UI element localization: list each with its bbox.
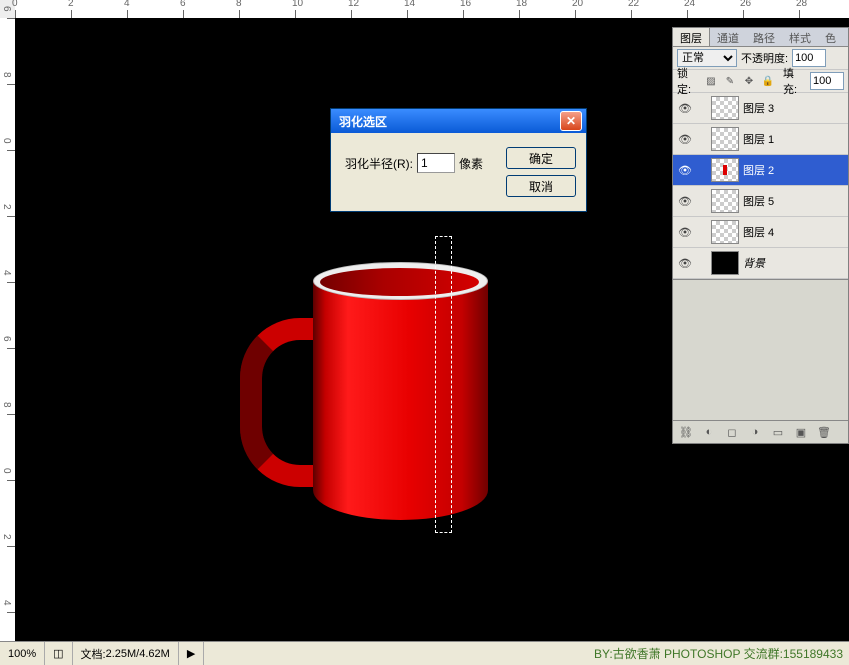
adjustment-layer-icon[interactable]: ◑: [748, 425, 762, 439]
ruler-top: 024681012141618202224262830: [15, 0, 849, 18]
layer-thumb: [711, 96, 739, 120]
panel-footer: ⛓ ◐ ◻ ◑ ▭ ▣ 🗑: [673, 420, 848, 443]
layer-name[interactable]: 背景: [743, 255, 844, 271]
lock-transparent-icon[interactable]: ▨: [704, 74, 718, 88]
tab-layers[interactable]: 图层: [673, 28, 710, 46]
selection-marquee[interactable]: [435, 236, 452, 533]
new-layer-icon[interactable]: ▣: [794, 425, 808, 439]
lock-paint-icon[interactable]: ✎: [723, 74, 737, 88]
link-layers-icon[interactable]: ⛓: [679, 425, 693, 439]
layers-panel: 图层 通道 路径 样式 色 正常 不透明度: 锁定: ▨ ✎ ✥ 🔒 填充: 👁…: [672, 27, 849, 444]
zoom-cell[interactable]: 100%: [0, 642, 45, 665]
lock-icons: ▨ ✎ ✥ 🔒: [704, 74, 775, 88]
ok-button[interactable]: 确定: [506, 147, 576, 169]
visibility-icon[interactable]: 👁: [677, 224, 693, 240]
layer-row[interactable]: 👁 图层 5: [673, 186, 848, 217]
layer-thumb: [711, 220, 739, 244]
layer-name[interactable]: 图层 1: [743, 131, 844, 147]
layer-row[interactable]: 👁 图层 4: [673, 217, 848, 248]
status-bar: 100% ◫ 文档:2.25M/4.62M ▶ BY:古欲香萧 PHOTOSHO…: [0, 641, 849, 665]
close-icon[interactable]: ✕: [560, 111, 582, 131]
visibility-icon[interactable]: 👁: [677, 162, 693, 178]
fill-input[interactable]: [810, 72, 844, 90]
dialog-title-text: 羽化选区: [339, 113, 560, 130]
scroll-left-icon[interactable]: ▶: [179, 642, 204, 665]
radius-unit: 像素: [459, 155, 483, 172]
layer-thumb: [711, 189, 739, 213]
layer-thumb: [711, 127, 739, 151]
doc-info[interactable]: 文档:2.25M/4.62M: [73, 642, 179, 665]
layer-name[interactable]: 图层 5: [743, 193, 844, 209]
mug-artwork: [240, 268, 490, 533]
feather-dialog: 羽化选区 ✕ 羽化半径(R): 像素 确定 取消: [330, 108, 587, 212]
fill-label: 填充:: [783, 65, 806, 97]
layer-fx-icon[interactable]: ◐: [702, 425, 716, 439]
layer-row[interactable]: 👁 图层 1: [673, 124, 848, 155]
cancel-button[interactable]: 取消: [506, 175, 576, 197]
visibility-icon[interactable]: 👁: [677, 131, 693, 147]
lock-label: 锁定:: [677, 65, 700, 97]
visibility-icon[interactable]: 👁: [677, 100, 693, 116]
panel-tabs: 图层 通道 路径 样式 色: [673, 28, 848, 47]
visibility-icon[interactable]: 👁: [677, 193, 693, 209]
radius-label: 羽化半径(R):: [345, 155, 413, 172]
ruler-left: 681 01 21 41 61 82 02 22 4: [0, 18, 15, 642]
layer-name[interactable]: 图层 3: [743, 100, 844, 116]
dialog-titlebar[interactable]: 羽化选区 ✕: [331, 109, 586, 133]
preview-icon[interactable]: ◫: [45, 642, 72, 665]
tab-styles[interactable]: 样式: [782, 28, 818, 46]
mug-body: [313, 280, 488, 520]
layer-name[interactable]: 图层 2: [743, 162, 844, 178]
layer-row[interactable]: 👁 图层 2: [673, 155, 848, 186]
layer-mask-icon[interactable]: ◻: [725, 425, 739, 439]
panel-empty-area: [673, 279, 848, 420]
lock-move-icon[interactable]: ✥: [742, 74, 756, 88]
tab-channels[interactable]: 通道: [710, 28, 746, 46]
credits-text: BY:古欲香萧 PHOTOSHOP 交流群:155189433: [594, 645, 849, 662]
radius-input[interactable]: [417, 153, 455, 173]
layer-thumb: [711, 251, 739, 275]
delete-layer-icon[interactable]: 🗑: [817, 425, 831, 439]
group-icon[interactable]: ▭: [771, 425, 785, 439]
layer-row[interactable]: 👁 背景: [673, 248, 848, 279]
layer-thumb: [711, 158, 739, 182]
lock-all-icon[interactable]: 🔒: [761, 74, 775, 88]
layer-name[interactable]: 图层 4: [743, 224, 844, 240]
tab-color[interactable]: 色: [818, 28, 843, 46]
mug-inner: [320, 268, 479, 296]
opacity-label: 不透明度:: [741, 50, 788, 66]
layers-list: 👁 图层 3 👁 图层 1 👁 图层 2 👁 图层 5 👁 图层 4 👁 背景: [673, 93, 848, 279]
visibility-icon[interactable]: 👁: [677, 255, 693, 271]
layer-row[interactable]: 👁 图层 3: [673, 93, 848, 124]
tab-paths[interactable]: 路径: [746, 28, 782, 46]
